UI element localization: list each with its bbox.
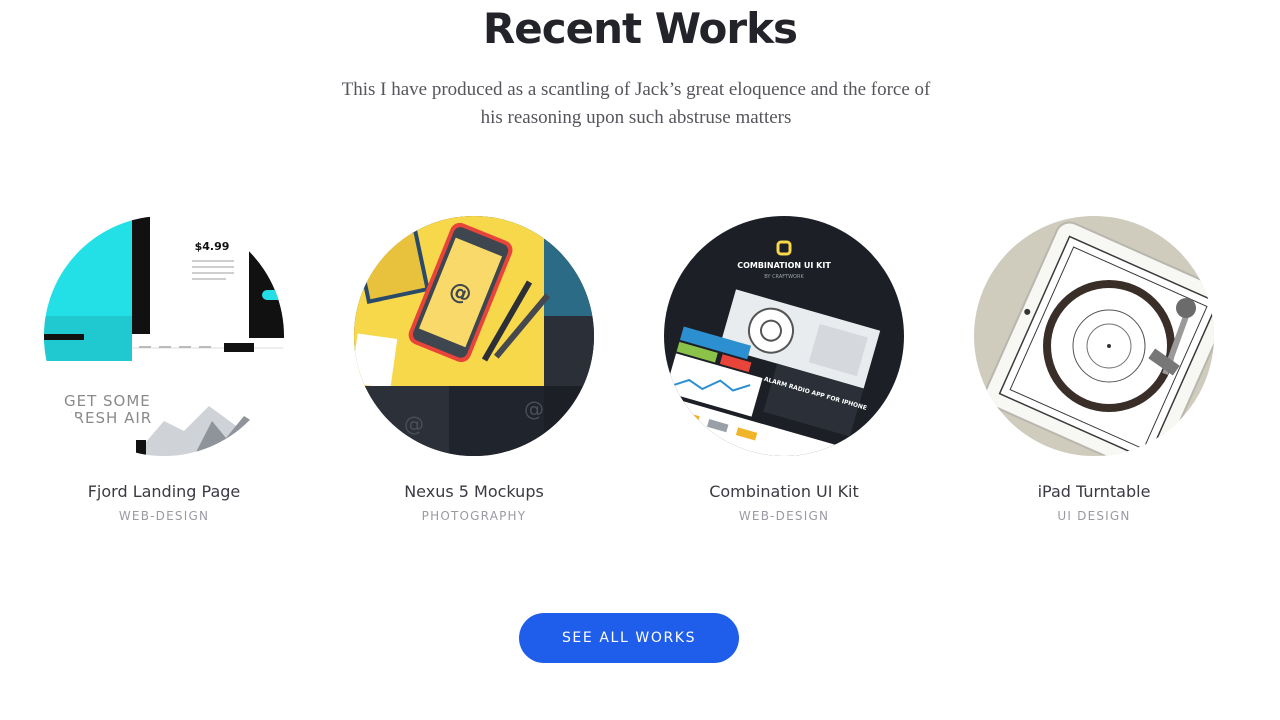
nexus-mockup-thumbnail: @ @ @ bbox=[354, 216, 594, 456]
fjord-headline-1: GET SOME bbox=[64, 392, 151, 410]
work-card-combination: COMBINATION UI KIT BY CRAFTWORK ALARM RA… bbox=[664, 216, 904, 523]
work-thumbnail-nexus[interactable]: @ @ @ bbox=[354, 216, 594, 456]
works-grid: $4.99 GET SOME FRESH AIR Fjord Landing P… bbox=[0, 216, 1280, 536]
fjord-price: $4.99 bbox=[195, 240, 230, 253]
work-category: WEB-DESIGN bbox=[738, 509, 830, 523]
see-all-works-button[interactable]: SEE ALL WORKS bbox=[519, 613, 739, 663]
work-title[interactable]: iPad Turntable bbox=[974, 482, 1214, 501]
work-card-fjord: $4.99 GET SOME FRESH AIR Fjord Landing P… bbox=[44, 216, 284, 523]
fjord-landing-thumbnail: $4.99 GET SOME FRESH AIR bbox=[44, 216, 284, 456]
combination-ui-thumbnail: COMBINATION UI KIT BY CRAFTWORK ALARM RA… bbox=[664, 216, 904, 456]
work-card-nexus: @ @ @ Nexus 5 Mockups PHOTOGRAPHY bbox=[354, 216, 594, 523]
work-category: WEB-DESIGN bbox=[118, 509, 210, 523]
svg-text:@: @ bbox=[524, 397, 544, 421]
work-thumbnail-ipad[interactable] bbox=[974, 216, 1214, 456]
work-title[interactable]: Combination UI Kit bbox=[664, 482, 904, 501]
fjord-headline-2: FRESH AIR bbox=[64, 409, 152, 427]
ipad-turntable-thumbnail bbox=[974, 216, 1214, 456]
section-subtitle: This I have produced as a scantling of J… bbox=[341, 79, 931, 128]
work-card-ipad: iPad Turntable UI DESIGN bbox=[974, 216, 1214, 523]
kit-by: BY CRAFTWORK bbox=[764, 274, 804, 280]
svg-text:@: @ bbox=[404, 412, 424, 436]
work-category: PHOTOGRAPHY bbox=[421, 509, 527, 523]
work-thumbnail-combination[interactable]: COMBINATION UI KIT BY CRAFTWORK ALARM RA… bbox=[664, 216, 904, 456]
section-title: Recent Works bbox=[482, 4, 798, 53]
work-title[interactable]: Nexus 5 Mockups bbox=[354, 482, 594, 501]
kit-title: COMBINATION UI KIT bbox=[737, 261, 831, 270]
work-thumbnail-fjord[interactable]: $4.99 GET SOME FRESH AIR bbox=[44, 216, 284, 456]
work-title[interactable]: Fjord Landing Page bbox=[44, 482, 284, 501]
work-category: UI DESIGN bbox=[1057, 509, 1131, 523]
